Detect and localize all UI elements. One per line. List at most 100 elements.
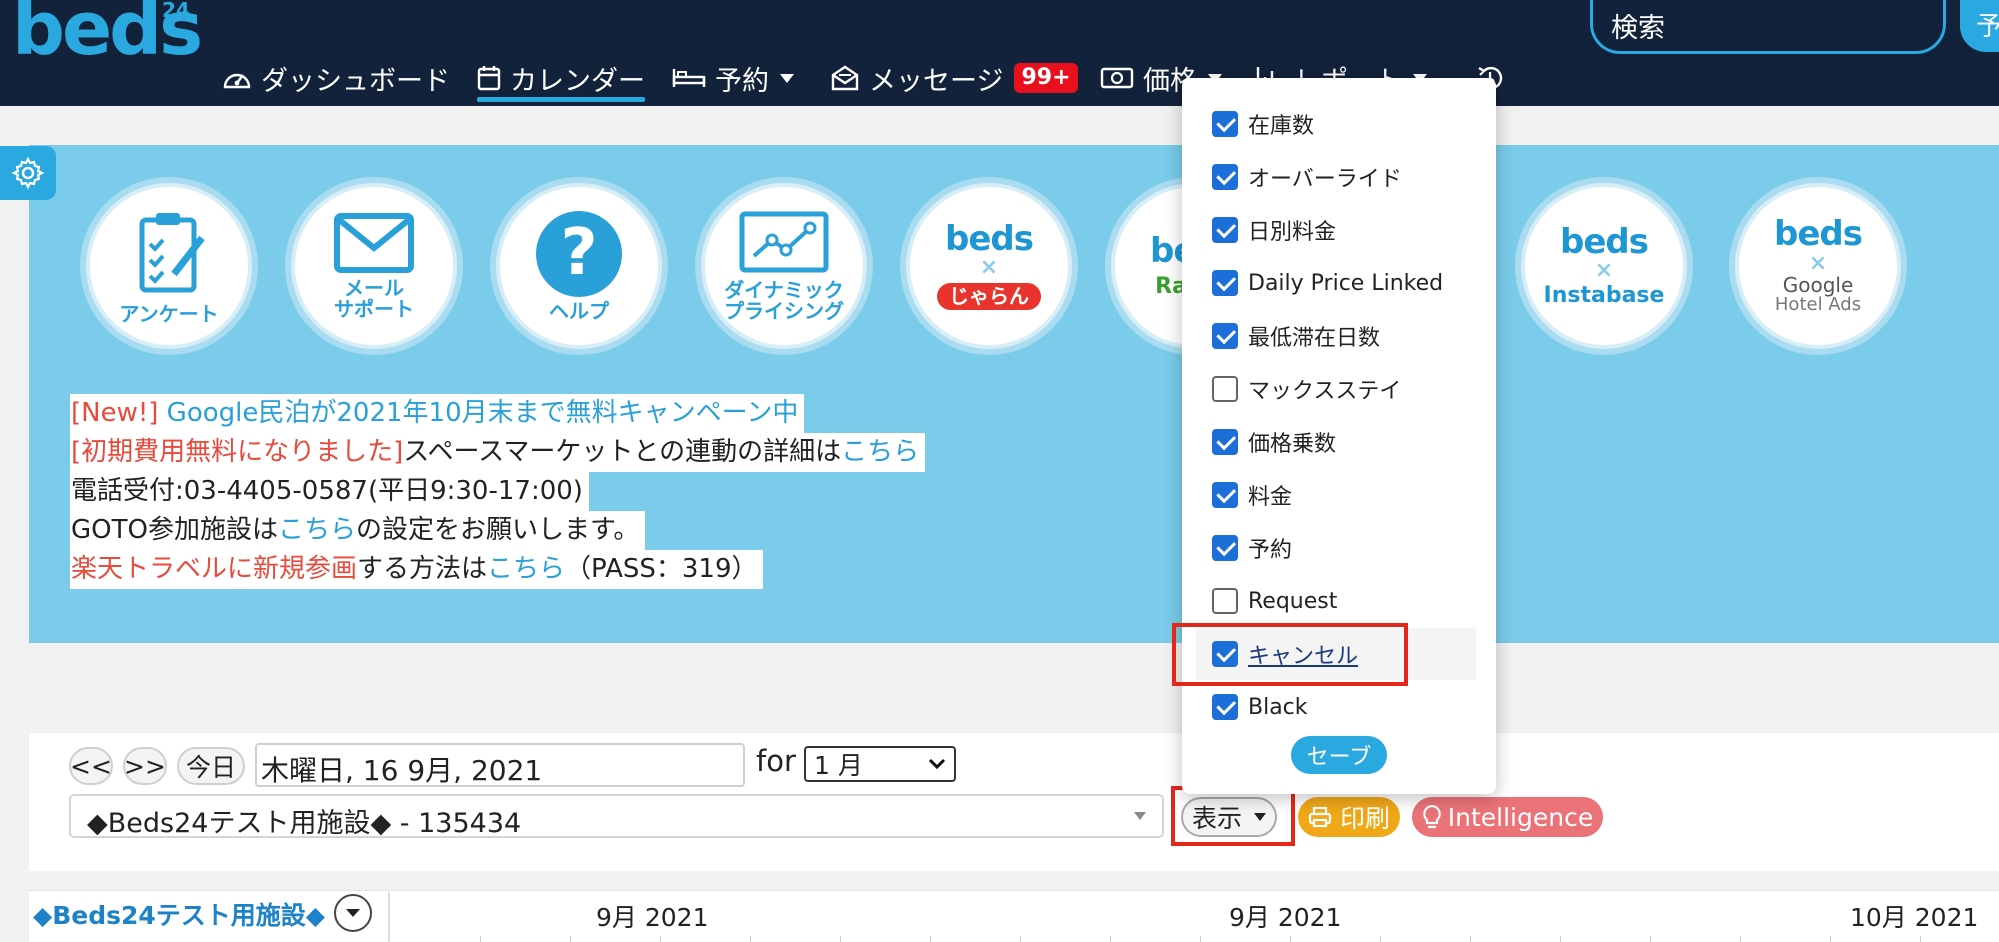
checkbox-checked[interactable] <box>1212 270 1238 296</box>
search-placeholder: 検索 <box>1611 13 1665 44</box>
display-option-label: 料金 <box>1248 485 1293 510</box>
month-label: 9月 2021 <box>1229 903 1342 932</box>
month-label: 9月 2021 <box>596 903 709 932</box>
chevron-down-icon <box>928 758 946 770</box>
checkbox-checked[interactable] <box>1212 323 1238 349</box>
date-input[interactable]: 木曜日, 16 9月, 2021 <box>255 743 745 787</box>
nav-calendar-label: カレンダー <box>510 65 645 97</box>
save-label: セーブ <box>1306 745 1372 770</box>
question-icon: ? <box>536 210 622 297</box>
save-button[interactable]: セーブ <box>1291 736 1387 774</box>
display-option-row[interactable]: 最低滞在日数 <box>1212 316 1380 356</box>
google-logo: Google <box>1782 272 1854 297</box>
notice-text: の設定をお願いします。 <box>355 515 640 545</box>
display-option-row[interactable]: 価格乗数 <box>1212 422 1336 462</box>
help-label: ヘルプ <box>549 298 609 323</box>
checkbox-checked[interactable] <box>1212 111 1238 137</box>
checkbox-unchecked[interactable] <box>1212 376 1238 402</box>
today-button[interactable]: 今日 <box>177 747 245 785</box>
duration-select[interactable]: 1 月 <box>804 746 956 782</box>
property-select[interactable]: ◆Beds24テスト用施設◆ - 135434 <box>69 794 1164 839</box>
checkbox-unchecked[interactable] <box>1212 588 1238 614</box>
day-tick <box>930 936 931 942</box>
notice-tag[interactable]: 楽天トラベルに新規参画 <box>71 554 357 584</box>
day-tick <box>660 936 661 942</box>
display-option-label: オーバーライド <box>1248 167 1402 192</box>
display-option-label: Request <box>1248 588 1338 614</box>
nav-messages-label: メッセージ <box>869 65 1004 97</box>
display-option-row[interactable]: マックスステイ <box>1212 369 1401 409</box>
notice-link[interactable]: Google民泊が2021年10月末まで無料キャンペーン中 <box>158 398 799 428</box>
display-option-row[interactable]: 予約 <box>1212 528 1292 568</box>
day-tick <box>1470 936 1471 942</box>
day-tick <box>1110 936 1111 942</box>
notice-link[interactable]: こちら <box>278 515 356 545</box>
checkbox-checked[interactable] <box>1212 482 1238 508</box>
print-button[interactable]: 印刷 <box>1298 797 1400 837</box>
print-label: 印刷 <box>1339 804 1390 833</box>
nav-calendar[interactable]: カレンダー <box>477 56 645 102</box>
mail-support-label: メール サポート <box>334 276 414 321</box>
notice-line: [New!] Google民泊が2021年10月末まで無料キャンペーン中 <box>70 394 805 433</box>
checkbox-checked[interactable] <box>1212 217 1238 243</box>
display-option-label: 日別料金 <box>1248 220 1337 245</box>
jalan-logo: じゃらん <box>937 283 1041 311</box>
display-option-row[interactable]: Black <box>1212 687 1308 727</box>
checkbox-checked[interactable] <box>1212 164 1238 190</box>
notice-line: 電話受付:03-4405-0587(平日9:30-17:00) <box>70 472 589 511</box>
display-option-row[interactable]: Request <box>1212 581 1337 621</box>
day-tick <box>1740 936 1741 942</box>
survey-link[interactable]: アンケート <box>86 183 252 349</box>
hotel-ads-label: Hotel Ads <box>1774 293 1862 315</box>
times-icon: × <box>979 255 999 281</box>
notice-link[interactable]: こちら <box>487 554 565 584</box>
times-icon: × <box>1808 250 1828 276</box>
display-option-row[interactable]: 在庫数 <box>1212 104 1314 144</box>
day-tick <box>1290 936 1291 942</box>
mail-support-link[interactable]: メール サポート <box>291 183 457 349</box>
day-tick <box>1200 936 1201 942</box>
highlight-box <box>1171 786 1295 846</box>
clipboard-icon <box>139 212 205 292</box>
notice-line: 楽天トラベルに新規参画する方法はこちら（PASS：319） <box>70 550 764 589</box>
settings-button[interactable] <box>0 146 56 200</box>
calendar-property-name[interactable]: ◆Beds24テスト用施設◆ <box>33 896 325 932</box>
notice-text: 電話受付:03-4405-0587(平日9:30-17:00) <box>71 476 583 506</box>
checkbox-checked[interactable] <box>1212 429 1238 455</box>
display-option-label: Black <box>1248 694 1308 720</box>
nav-dashboard-label: ダッシュボード <box>261 65 450 97</box>
checkbox-checked[interactable] <box>1212 694 1238 720</box>
checkbox-checked[interactable] <box>1212 535 1238 561</box>
instabase-partner-link[interactable]: beds × Instabase <box>1521 183 1687 349</box>
notice-line: GOTO参加施設はこちらの設定をお願いします。 <box>70 511 646 550</box>
nav-messages[interactable]: メッセージ 99+ <box>830 56 1078 100</box>
display-option-row[interactable]: 日別料金 <box>1212 210 1336 250</box>
nav-bookings[interactable]: 予約 <box>672 56 794 100</box>
prev-button[interactable]: << <box>69 747 113 785</box>
search-input[interactable]: 検索 <box>1590 0 1946 54</box>
dynamic-pricing-label: ダイナミック プライシング <box>724 278 844 323</box>
display-option-row[interactable]: オーバーライド <box>1212 157 1402 197</box>
help-link[interactable]: ? ヘルプ <box>496 183 662 349</box>
google-hotel-ads-link[interactable]: beds × Google Hotel Ads <box>1735 183 1901 349</box>
display-option-label: 予約 <box>1248 538 1293 563</box>
display-option-row[interactable]: 料金 <box>1212 475 1292 515</box>
date-value: 木曜日, 16 9月, 2021 <box>261 754 543 787</box>
notice-tag: [New!] <box>71 398 159 428</box>
nav-dashboard[interactable]: ダッシュボード <box>222 56 450 100</box>
beds24-mini-logo: beds <box>1560 221 1649 262</box>
beds24-logo[interactable]: beds 24 <box>12 0 203 74</box>
unread-count-badge: 99+ <box>1014 63 1078 93</box>
notice-link[interactable]: こちら <box>841 437 919 467</box>
property-menu-button[interactable] <box>334 894 372 932</box>
intelligence-button[interactable]: Intelligence <box>1412 797 1603 837</box>
day-tick <box>1020 936 1021 942</box>
notice-text: スペースマーケットとの連動の詳細は <box>403 437 842 467</box>
dynamic-pricing-link[interactable]: ダイナミック プライシング <box>701 183 867 349</box>
display-option-row[interactable]: Daily Price Linked <box>1212 263 1443 303</box>
gear-icon <box>11 156 45 190</box>
jalan-partner-link[interactable]: beds × じゃらん <box>906 183 1072 349</box>
lightbulb-icon <box>1422 804 1441 829</box>
for-label: for <box>756 744 796 778</box>
next-button[interactable]: >> <box>123 747 167 785</box>
